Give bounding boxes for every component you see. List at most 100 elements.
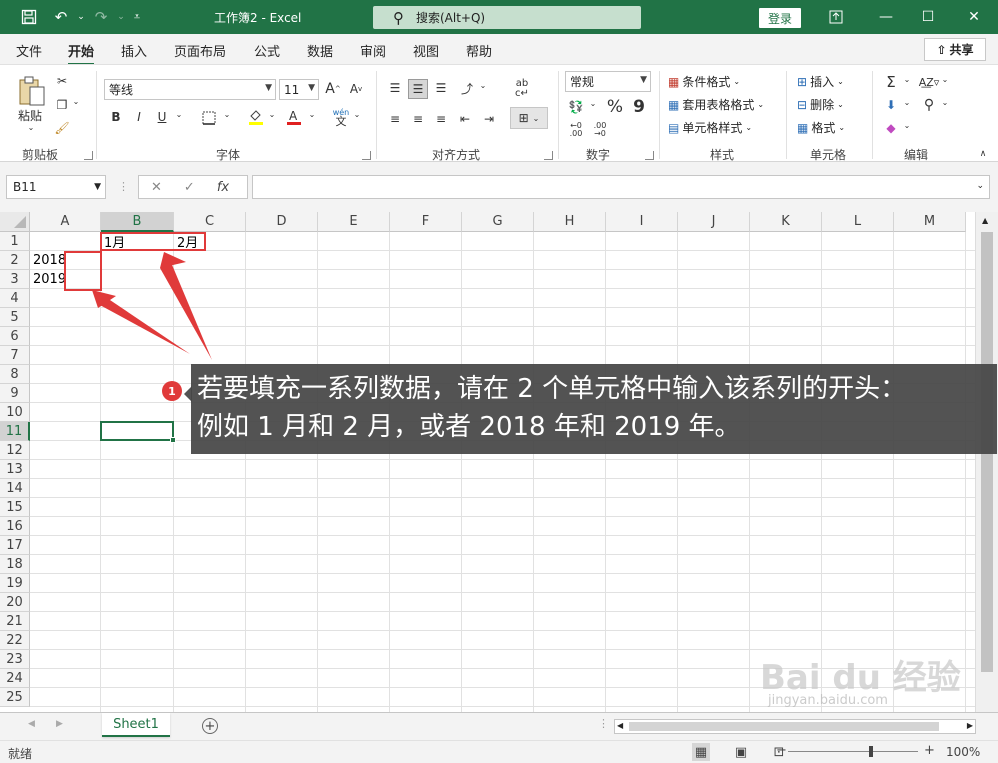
maximize-icon[interactable]: ☐ — [916, 5, 940, 29]
tab-insert[interactable]: 插入 — [121, 41, 147, 60]
row-header-21[interactable]: 21 — [0, 612, 30, 631]
zoom-out-icon[interactable]: − — [776, 743, 787, 758]
font-name-select[interactable]: 等线 ▼ — [104, 79, 276, 100]
row-header-22[interactable]: 22 — [0, 631, 30, 650]
row-header-14[interactable]: 14 — [0, 479, 30, 498]
normal-view-icon[interactable]: ▦ — [692, 743, 710, 761]
worksheet-grid[interactable]: ABCDEFGHIJKLM 1 2 3 4 5 6 7 8 9 10 11 12 13 14 15 16 17 1… — [0, 212, 998, 712]
autosum-icon[interactable]: Σ — [882, 73, 900, 91]
decrease-decimal-icon[interactable]: .00 →0 — [590, 121, 610, 139]
alignment-launcher-icon[interactable] — [544, 151, 553, 160]
horizontal-scrollbar[interactable]: ◀ ▶ — [614, 719, 976, 734]
format-painter-icon[interactable]: 🖌 — [54, 120, 70, 136]
fill-color-dropdown-icon[interactable]: ⌄ — [267, 110, 277, 119]
row-header-12[interactable]: 12 — [0, 441, 30, 460]
row-header-23[interactable]: 23 — [0, 650, 30, 669]
find-select-icon[interactable]: ⚲ — [920, 96, 938, 114]
row-header-1[interactable]: 1 — [0, 232, 30, 251]
row-header-13[interactable]: 13 — [0, 460, 30, 479]
bold-icon[interactable]: B — [108, 110, 124, 124]
row-header-25[interactable]: 25 — [0, 688, 30, 707]
scroll-left-icon[interactable]: ◀ — [617, 721, 623, 730]
zoom-in-icon[interactable]: + — [924, 743, 935, 758]
zoom-slider-knob[interactable] — [869, 746, 873, 757]
column-header-l[interactable]: L — [822, 212, 894, 232]
next-sheet-icon[interactable]: ▶ — [56, 719, 63, 729]
tab-formulas[interactable]: 公式 — [254, 41, 280, 60]
undo-dropdown-icon[interactable]: ⌄ — [70, 6, 92, 28]
name-box[interactable]: B11 ▼ — [6, 175, 106, 199]
column-header-m[interactable]: M — [894, 212, 966, 232]
insert-function-icon[interactable]: fx — [217, 180, 229, 195]
tab-file[interactable]: 文件 — [16, 41, 42, 60]
column-header-d[interactable]: D — [246, 212, 318, 232]
number-format-select[interactable]: 常规 ▼ — [565, 71, 651, 92]
row-header-9[interactable]: 9 — [0, 384, 30, 403]
column-header-c[interactable]: C — [174, 212, 246, 232]
increase-decimal-icon[interactable]: ←0.00 — [566, 121, 586, 139]
undo-icon[interactable]: ↶ — [50, 6, 72, 28]
comma-style-icon[interactable]: 9 — [630, 97, 648, 117]
tab-data[interactable]: 数据 — [307, 41, 333, 60]
close-icon[interactable]: ✕ — [962, 5, 986, 29]
row-header-5[interactable]: 5 — [0, 308, 30, 327]
minimize-icon[interactable]: — — [874, 5, 898, 29]
copy-dropdown-icon[interactable]: ⌄ — [72, 97, 80, 106]
formula-input[interactable]: ⌄ — [252, 175, 990, 199]
fill-icon[interactable]: ⬇ — [882, 96, 900, 114]
prev-sheet-icon[interactable]: ◀ — [28, 719, 35, 729]
font-color-icon[interactable]: A — [285, 107, 303, 127]
row-header-4[interactable]: 4 — [0, 289, 30, 308]
clipboard-launcher-icon[interactable] — [84, 151, 93, 160]
orientation-dropdown-icon[interactable]: ⌄ — [478, 81, 488, 90]
column-header-e[interactable]: E — [318, 212, 390, 232]
merge-center-icon[interactable]: ⊞ ⌄ — [510, 107, 548, 129]
conditional-formatting-button[interactable]: ▦ 条件格式 ⌄ — [668, 73, 740, 90]
italic-icon[interactable]: I — [131, 110, 147, 124]
zoom-slider[interactable] — [788, 746, 918, 757]
underline-icon[interactable]: U — [154, 110, 170, 124]
find-select-dropdown-icon[interactable]: ⌄ — [940, 98, 950, 107]
cut-icon[interactable]: ✂ — [54, 73, 70, 89]
clear-icon[interactable]: ◆ — [882, 119, 900, 137]
increase-font-icon[interactable]: A ^ — [324, 79, 342, 99]
column-header-a[interactable]: A — [30, 212, 101, 232]
sheet-tab[interactable]: Sheet1 — [102, 713, 170, 737]
zoom-level[interactable]: 100% — [946, 745, 980, 759]
row-header-19[interactable]: 19 — [0, 574, 30, 593]
scroll-up-icon[interactable]: ▲ — [982, 216, 988, 225]
increase-indent-icon[interactable]: ⇥ — [480, 110, 498, 128]
tab-home[interactable]: 开始 — [68, 41, 95, 66]
align-middle-icon[interactable]: ☰ — [408, 79, 428, 99]
underline-dropdown-icon[interactable]: ⌄ — [174, 110, 184, 119]
tab-help[interactable]: 帮助 — [466, 41, 492, 60]
search-box[interactable]: ⚲ 搜索(Alt+Q) — [373, 6, 641, 29]
orientation-icon[interactable]: ⤴ — [458, 79, 476, 97]
percent-style-icon[interactable]: % — [606, 97, 624, 117]
customize-toolbar-icon[interactable]: ⩡ — [126, 6, 148, 28]
fill-color-icon[interactable] — [247, 107, 265, 127]
paste-icon[interactable] — [14, 73, 50, 109]
font-color-dropdown-icon[interactable]: ⌄ — [307, 110, 317, 119]
align-right-icon[interactable]: ≡ — [432, 110, 450, 128]
number-launcher-icon[interactable] — [645, 151, 654, 160]
font-size-select[interactable]: 11 ▼ — [279, 79, 319, 100]
save-icon[interactable] — [18, 6, 40, 28]
row-header-3[interactable]: 3 — [0, 270, 30, 289]
vertical-scrollbar[interactable]: ▲ — [975, 212, 998, 712]
column-header-k[interactable]: K — [750, 212, 822, 232]
row-header-24[interactable]: 24 — [0, 669, 30, 688]
enter-icon[interactable]: ✓ — [184, 180, 195, 195]
insert-cells-button[interactable]: ⊞ 插入 ⌄ — [797, 73, 844, 90]
borders-dropdown-icon[interactable]: ⌄ — [222, 110, 232, 119]
ribbon-display-options-icon[interactable] — [824, 5, 848, 29]
paste-label[interactable]: 粘贴 — [14, 107, 46, 124]
row-header-15[interactable]: 15 — [0, 498, 30, 517]
row-header-10[interactable]: 10 — [0, 403, 30, 422]
accounting-dropdown-icon[interactable]: ⌄ — [588, 99, 598, 108]
horizontal-scroll-thumb[interactable] — [629, 722, 939, 731]
align-left-icon[interactable]: ≡ — [386, 110, 404, 128]
select-all-button[interactable] — [0, 212, 30, 232]
decrease-font-icon[interactable]: Av — [347, 79, 365, 99]
column-header-f[interactable]: F — [390, 212, 462, 232]
